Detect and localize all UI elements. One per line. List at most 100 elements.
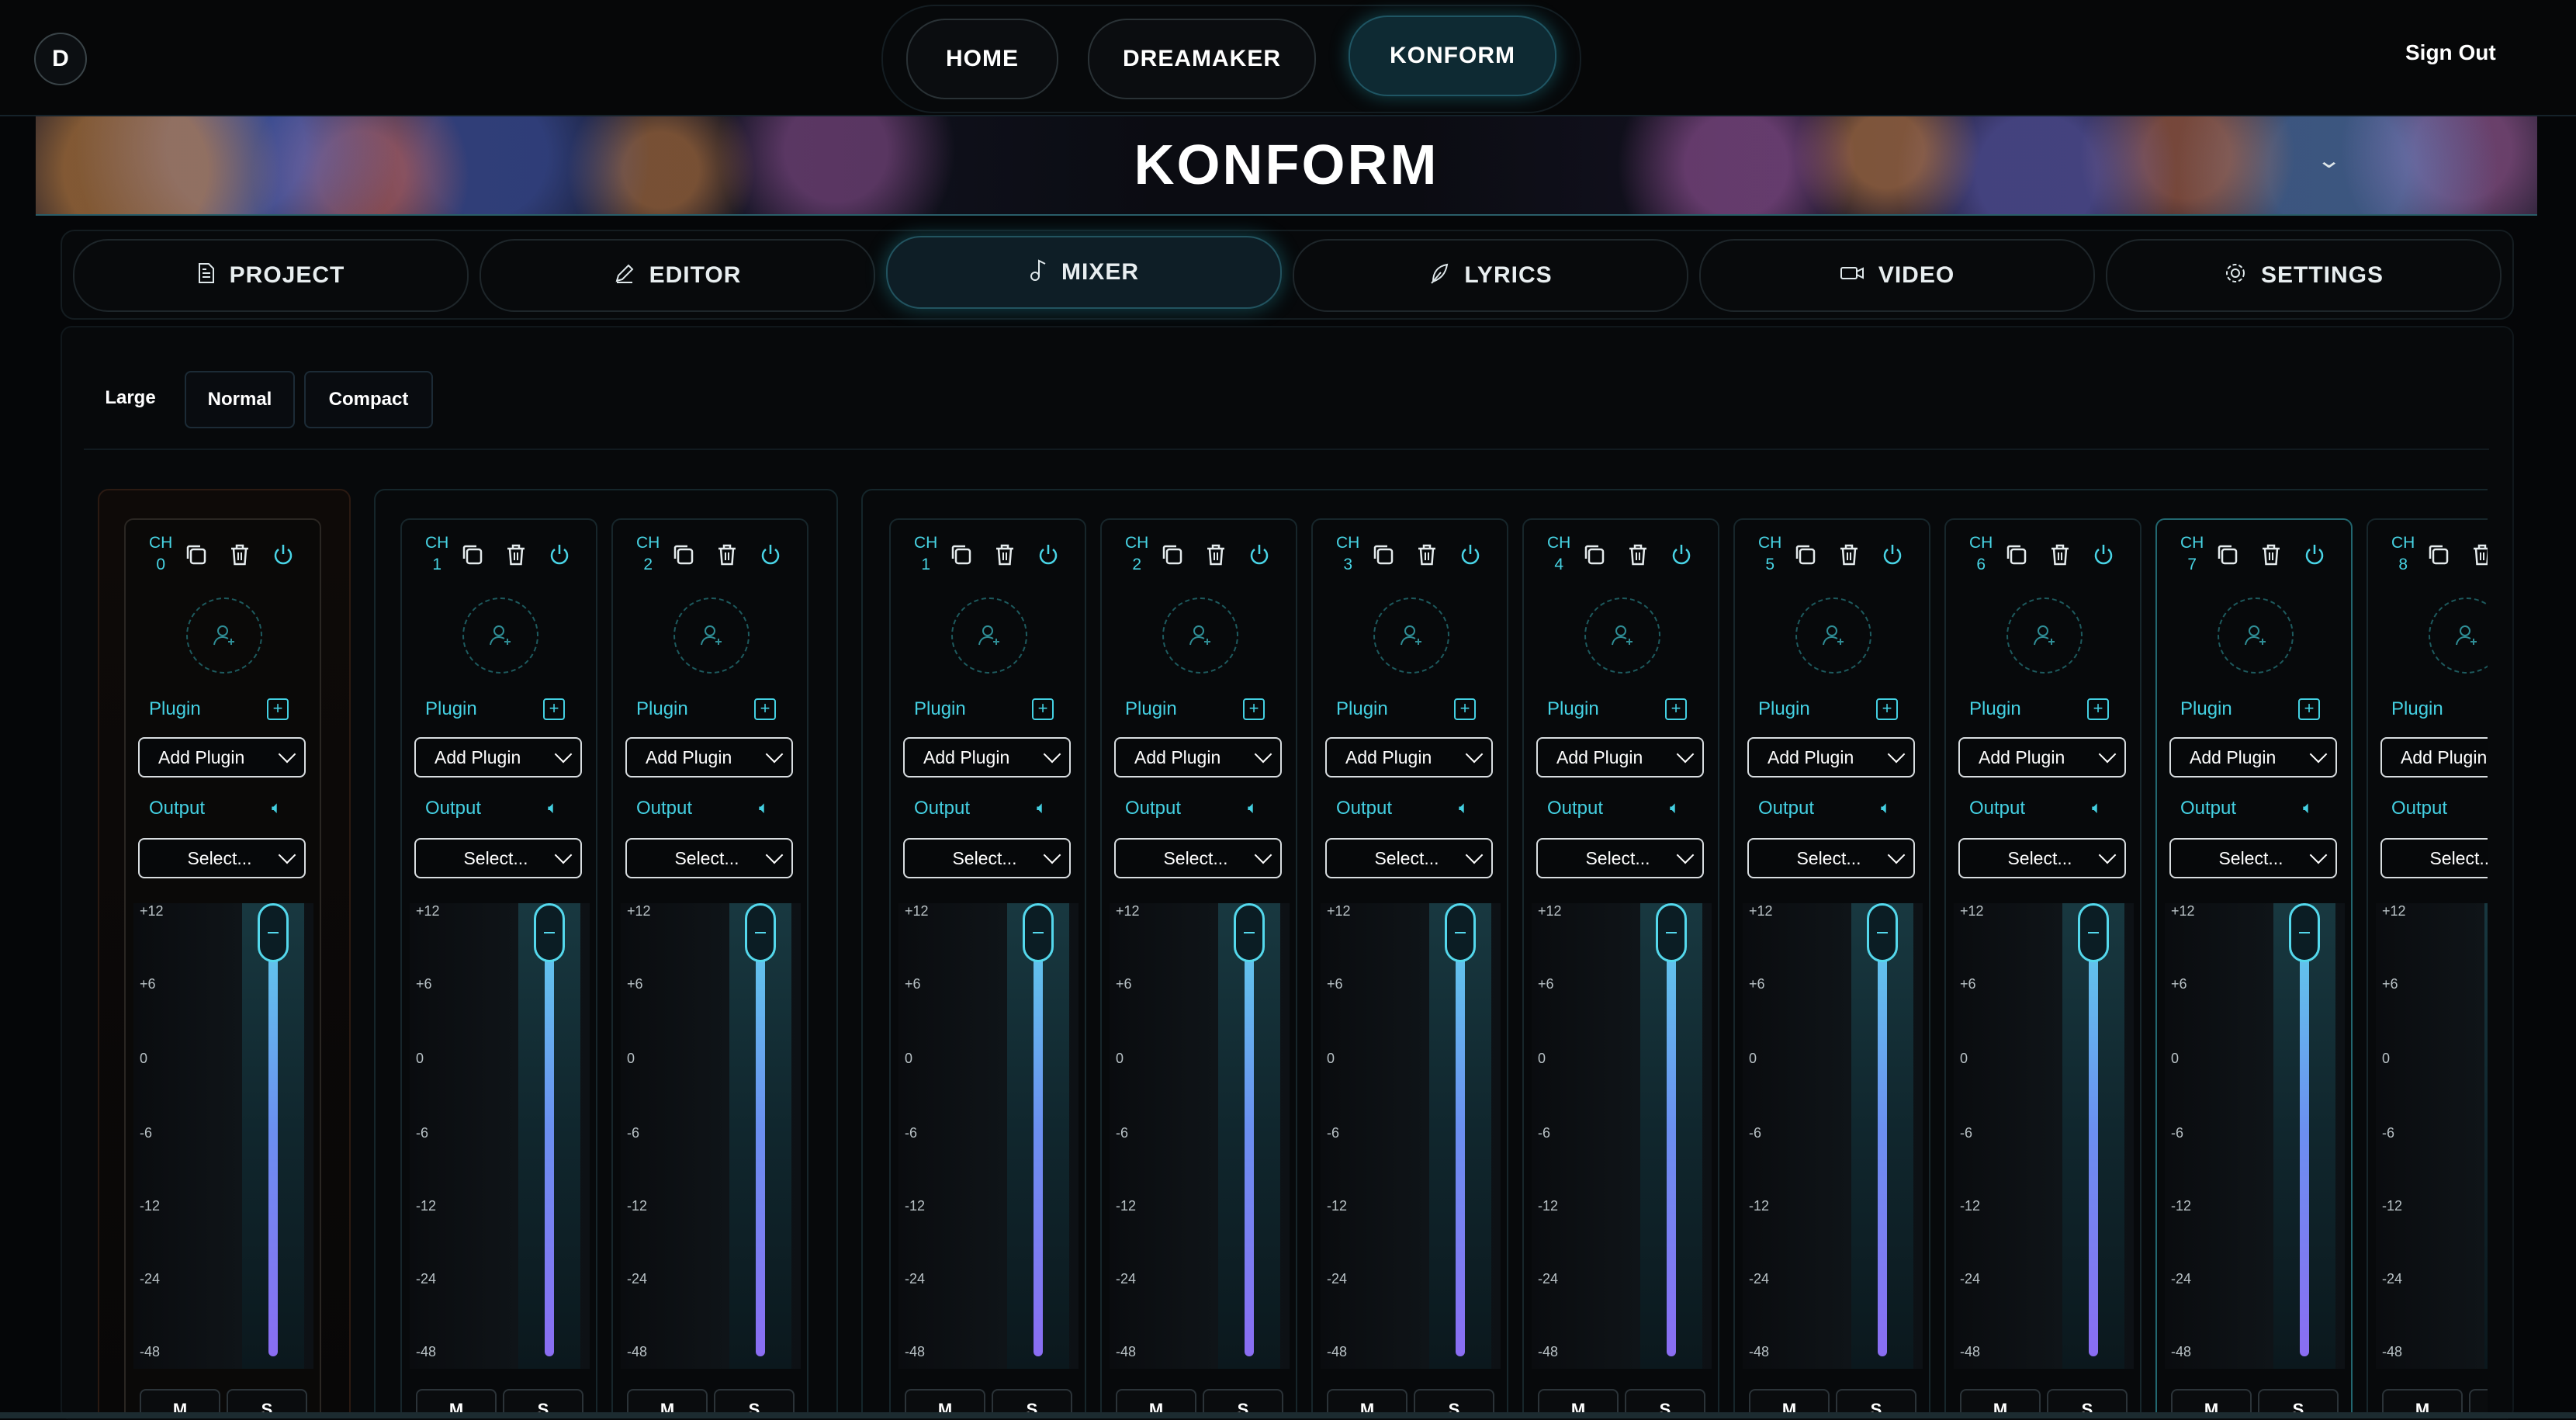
plugin-select[interactable]: Add Plugin [2169, 737, 2337, 778]
speaker-icon[interactable]: 🔈︎ [1670, 798, 1680, 818]
speaker-icon[interactable]: 🔈︎ [2092, 798, 2102, 818]
add-plugin-icon[interactable]: + [2298, 698, 2320, 720]
output-select[interactable]: Select... [1114, 838, 1282, 878]
duplicate-icon[interactable] [948, 542, 979, 573]
plugin-select[interactable]: Add Plugin [2380, 737, 2488, 778]
trash-icon[interactable] [2047, 542, 2078, 573]
fader-track[interactable] [729, 903, 791, 1369]
plugin-select[interactable]: Add Plugin [1325, 737, 1493, 778]
duplicate-icon[interactable] [2214, 542, 2245, 573]
fader-track[interactable] [1218, 903, 1280, 1369]
size-normal-option[interactable]: Normal [185, 371, 295, 428]
fader-track[interactable] [1640, 903, 1702, 1369]
output-select[interactable]: Select... [138, 838, 306, 878]
trash-icon[interactable] [1414, 542, 1445, 573]
output-select[interactable]: Select... [1325, 838, 1493, 878]
power-icon[interactable] [1879, 542, 1910, 573]
power-icon[interactable] [1668, 542, 1699, 573]
add-artist-avatar[interactable] [1162, 597, 1238, 674]
add-plugin-icon[interactable]: + [1876, 698, 1898, 720]
speaker-icon[interactable]: 🔈︎ [272, 798, 282, 818]
nav-home[interactable]: HOME [906, 19, 1058, 99]
plugin-select[interactable]: Add Plugin [1958, 737, 2126, 778]
duplicate-icon[interactable] [1370, 542, 1401, 573]
fader-track[interactable] [2273, 903, 2335, 1369]
add-plugin-icon[interactable]: + [543, 698, 565, 720]
add-artist-avatar[interactable] [462, 597, 538, 674]
add-artist-avatar[interactable] [1373, 597, 1449, 674]
fader-track[interactable] [2484, 903, 2488, 1369]
power-icon[interactable] [1035, 542, 1066, 573]
trash-icon[interactable] [503, 542, 534, 573]
output-select[interactable]: Select... [1536, 838, 1704, 878]
speaker-icon[interactable]: 🔈︎ [2303, 798, 2313, 818]
output-select[interactable]: Select... [2380, 838, 2488, 878]
add-plugin-icon[interactable]: + [1032, 698, 1054, 720]
duplicate-icon[interactable] [183, 542, 214, 573]
tab-mixer[interactable]: MIXER [886, 236, 1282, 309]
plugin-select[interactable]: Add Plugin [1747, 737, 1915, 778]
add-plugin-icon[interactable]: + [1243, 698, 1265, 720]
fader-track[interactable] [1007, 903, 1069, 1369]
power-icon[interactable] [270, 542, 301, 573]
sign-out-link[interactable]: Sign Out [2405, 40, 2496, 65]
fader-track[interactable] [518, 903, 580, 1369]
duplicate-icon[interactable] [459, 542, 490, 573]
trash-icon[interactable] [2469, 542, 2488, 573]
speaker-icon[interactable]: 🔈︎ [1037, 798, 1047, 818]
nav-konform[interactable]: KONFORM [1349, 16, 1556, 96]
add-plugin-icon[interactable]: + [1454, 698, 1476, 720]
duplicate-icon[interactable] [2425, 542, 2457, 573]
speaker-icon[interactable]: 🔈︎ [759, 798, 769, 818]
fader-handle[interactable] [1445, 903, 1476, 962]
fader-handle[interactable] [258, 903, 289, 962]
output-select[interactable]: Select... [903, 838, 1071, 878]
add-plugin-icon[interactable]: + [2087, 698, 2109, 720]
power-icon[interactable] [2301, 542, 2332, 573]
fader-handle[interactable] [1867, 903, 1898, 962]
power-icon[interactable] [1457, 542, 1488, 573]
add-artist-avatar[interactable] [673, 597, 750, 674]
tab-project[interactable]: PROJECT [73, 239, 469, 312]
speaker-icon[interactable]: 🔈︎ [1459, 798, 1469, 818]
add-artist-avatar[interactable] [951, 597, 1027, 674]
trash-icon[interactable] [2258, 542, 2289, 573]
fader-handle[interactable] [1023, 903, 1054, 962]
speaker-icon[interactable]: 🔈︎ [548, 798, 558, 818]
add-plugin-icon[interactable]: + [267, 698, 289, 720]
add-artist-avatar[interactable] [1795, 597, 1871, 674]
fader-handle[interactable] [745, 903, 776, 962]
add-artist-avatar[interactable] [1584, 597, 1660, 674]
fader-track[interactable] [1851, 903, 1913, 1369]
add-plugin-icon[interactable]: + [754, 698, 776, 720]
output-select[interactable]: Select... [414, 838, 582, 878]
output-select[interactable]: Select... [2169, 838, 2337, 878]
duplicate-icon[interactable] [2003, 542, 2034, 573]
plugin-select[interactable]: Add Plugin [138, 737, 306, 778]
fader-handle[interactable] [534, 903, 565, 962]
output-select[interactable]: Select... [1958, 838, 2126, 878]
power-icon[interactable] [757, 542, 788, 573]
speaker-icon[interactable]: 🔈︎ [1881, 798, 1891, 818]
plugin-select[interactable]: Add Plugin [625, 737, 793, 778]
trash-icon[interactable] [1625, 542, 1656, 573]
app-logo[interactable]: D [34, 33, 87, 85]
fader-track[interactable] [2062, 903, 2124, 1369]
add-artist-avatar[interactable] [2006, 597, 2083, 674]
fader-handle[interactable] [1656, 903, 1687, 962]
tab-editor[interactable]: EDITOR [480, 239, 875, 312]
add-artist-avatar[interactable] [2218, 597, 2294, 674]
fader-handle[interactable] [2078, 903, 2109, 962]
output-select[interactable]: Select... [625, 838, 793, 878]
nav-dreamaker[interactable]: DREAMAKER [1088, 19, 1316, 99]
fader-track[interactable] [242, 903, 304, 1369]
trash-icon[interactable] [1836, 542, 1867, 573]
power-icon[interactable] [546, 542, 577, 573]
trash-icon[interactable] [992, 542, 1023, 573]
add-artist-avatar[interactable] [2429, 597, 2488, 674]
duplicate-icon[interactable] [1581, 542, 1612, 573]
add-artist-avatar[interactable] [186, 597, 262, 674]
duplicate-icon[interactable] [1159, 542, 1190, 573]
add-plugin-icon[interactable]: + [1665, 698, 1687, 720]
output-select[interactable]: Select... [1747, 838, 1915, 878]
